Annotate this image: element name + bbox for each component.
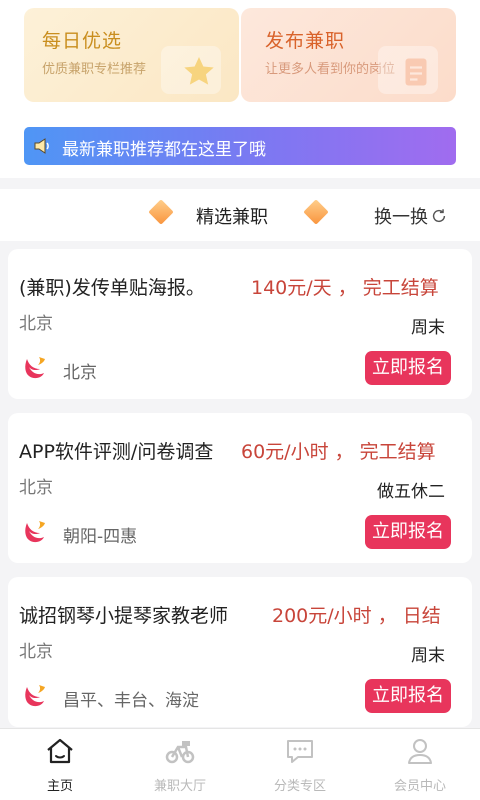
job-title: APP软件评测/问卷调查 (19, 441, 214, 463)
refresh-button[interactable]: 换一换 (374, 203, 448, 229)
nav-label: 主页 (46, 779, 73, 794)
top-area: 每日优选 优质兼职专栏推荐 发布兼职 让更多人看到你的岗位 最新兼职推荐都在这里… (0, 0, 480, 178)
company-logo-icon (21, 353, 51, 383)
job-schedule: 做五休二 (377, 482, 445, 502)
apply-button[interactable]: 立即报名 (365, 679, 451, 713)
job-title: 诚招钢琴小提琴家教老师 (19, 605, 229, 627)
job-salary: 140元/天 ， 完工结算 (251, 277, 439, 299)
speaker-icon (34, 138, 49, 154)
job-city: 北京 (19, 642, 53, 662)
nav-item-categories[interactable]: 分类专区 (240, 729, 360, 800)
document-icon (405, 58, 427, 86)
refresh-icon (432, 209, 446, 223)
post-job-title: 发布兼职 (265, 30, 346, 52)
nav-item-job-hall[interactable]: 兼职大厅 (120, 729, 240, 800)
diamond-icon (148, 199, 174, 225)
diamond-icon (303, 199, 329, 225)
featured-jobs-header: 精选兼职 换一换 (0, 189, 480, 241)
app-screen: 每日优选 优质兼职专栏推荐 发布兼职 让更多人看到你的岗位 最新兼职推荐都在这里… (0, 0, 480, 800)
daily-pick-subtitle: 优质兼职专栏推荐 (42, 62, 147, 77)
notice-banner[interactable]: 最新兼职推荐都在这里了哦 (24, 127, 456, 165)
job-location: 北京 (63, 363, 97, 383)
post-job-card[interactable]: 发布兼职 让更多人看到你的岗位 (241, 8, 456, 102)
job-location: 朝阳-四惠 (63, 527, 138, 547)
company-logo-icon (21, 681, 51, 711)
apply-button[interactable]: 立即报名 (365, 351, 451, 385)
job-salary: 200元/小时 ， 日结 (272, 605, 441, 627)
post-job-subtitle: 让更多人看到你的岗位 (265, 62, 396, 77)
bottom-nav: 主页 兼职大厅 分类专区 会员中心 (0, 728, 480, 800)
job-card[interactable]: APP软件评测/问卷调查 60元/小时 ， 完工结算 北京 做五休二 朝阳-四惠… (8, 413, 472, 563)
nav-item-member-center[interactable]: 会员中心 (360, 729, 480, 800)
section-title: 精选兼职 (196, 207, 268, 228)
star-icon (184, 57, 214, 85)
job-card[interactable]: 诚招钢琴小提琴家教老师 200元/小时 ， 日结 北京 周末 昌平、丰台、海淀 … (8, 577, 472, 727)
refresh-label: 换一换 (374, 207, 428, 228)
job-city: 北京 (19, 314, 53, 334)
apply-button[interactable]: 立即报名 (365, 515, 451, 549)
job-card[interactable]: (兼职)发传单贴海报。 140元/天 ， 完工结算 北京 周末 北京 立即报名 (8, 249, 472, 399)
notice-text: 最新兼职推荐都在这里了哦 (62, 140, 266, 160)
job-salary: 60元/小时 ， 完工结算 (241, 441, 436, 463)
company-logo-icon (21, 517, 51, 547)
job-location: 昌平、丰台、海淀 (63, 691, 199, 711)
user-icon (408, 739, 432, 764)
daily-pick-card[interactable]: 每日优选 优质兼职专栏推荐 (24, 8, 239, 102)
job-schedule: 周末 (411, 646, 445, 666)
nav-item-home[interactable]: 主页 (0, 729, 120, 800)
job-city: 北京 (19, 478, 53, 498)
nav-label: 会员中心 (393, 779, 446, 794)
job-schedule: 周末 (411, 318, 445, 338)
nav-label: 分类专区 (273, 779, 326, 794)
home-icon (47, 738, 73, 764)
nav-label: 兼职大厅 (153, 779, 206, 794)
daily-pick-title: 每日优选 (42, 30, 123, 52)
chat-icon (287, 740, 313, 763)
bike-icon (165, 741, 195, 764)
job-title: (兼职)发传单贴海报。 (19, 277, 205, 299)
